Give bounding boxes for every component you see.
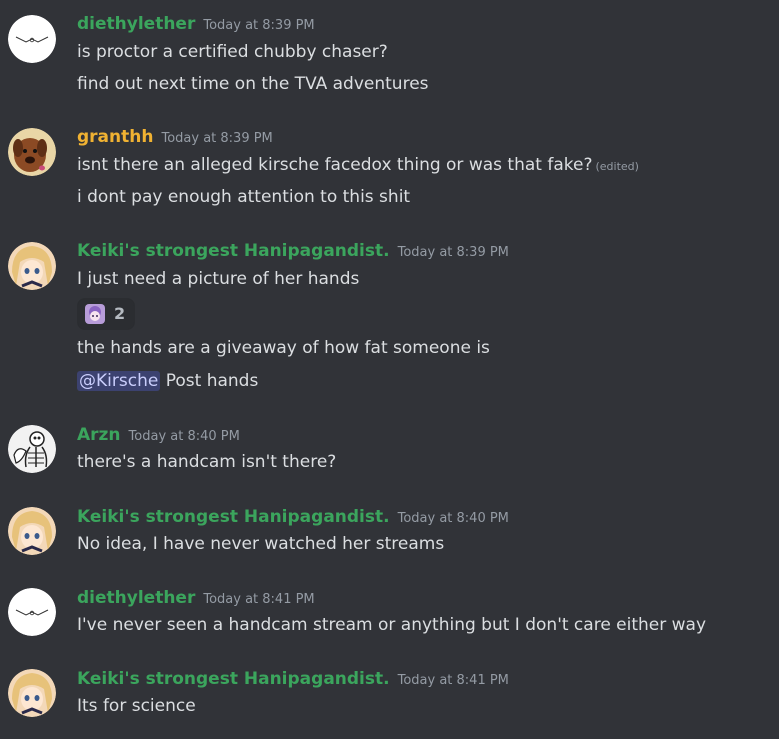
message-text: I just need a picture of her hands [77, 269, 360, 289]
timestamp: Today at 8:41 PM [203, 592, 315, 607]
message-text: No idea, I have never watched her stream… [77, 534, 445, 554]
user-avatar-icon [8, 15, 56, 63]
message-text: the hands are a giveaway of how fat some… [77, 338, 490, 358]
avatar[interactable] [8, 15, 56, 63]
username[interactable]: granthh [77, 127, 153, 147]
edited-label: (edited) [595, 160, 639, 173]
message-header: Keiki's strongest Hanipagandist. Today at… [77, 241, 509, 261]
anime-avatar-icon [8, 242, 56, 290]
anime-avatar-icon [8, 507, 56, 555]
message-text: i dont pay enough attention to this shit [77, 187, 411, 207]
user-mention[interactable]: @Kirsche [77, 371, 161, 391]
username[interactable]: Keiki's strongest Hanipagandist. [77, 241, 390, 261]
avatar[interactable] [8, 669, 56, 717]
avatar[interactable] [8, 128, 56, 176]
reaction-count: 2 [114, 304, 126, 323]
username[interactable]: Keiki's strongest Hanipagandist. [77, 507, 390, 527]
username[interactable]: Keiki's strongest Hanipagandist. [77, 669, 390, 689]
message-header: Keiki's strongest Hanipagandist. Today at… [77, 507, 509, 527]
message-header: Keiki's strongest Hanipagandist. Today at… [77, 669, 509, 689]
avatar[interactable] [8, 507, 56, 555]
message-text: I've never seen a handcam stream or anyt… [77, 615, 707, 635]
timestamp: Today at 8:41 PM [397, 673, 509, 688]
message-text-row: isnt there an alleged kirsche facedox th… [77, 155, 639, 175]
timestamp: Today at 8:39 PM [397, 245, 509, 260]
avatar[interactable] [8, 588, 56, 636]
timestamp: Today at 8:39 PM [161, 131, 273, 146]
avatar[interactable] [8, 425, 56, 473]
username[interactable]: diethylether [77, 14, 195, 34]
username[interactable]: diethylether [77, 588, 195, 608]
message-header: diethylether Today at 8:39 PM [77, 14, 315, 34]
username[interactable]: Arzn [77, 425, 121, 445]
timestamp: Today at 8:40 PM [397, 511, 509, 526]
message-text: isnt there an alleged kirsche facedox th… [77, 155, 593, 175]
message-header: Arzn Today at 8:40 PM [77, 425, 240, 445]
message-header: diethylether Today at 8:41 PM [77, 588, 315, 608]
message-text: find out next time on the TVA adventures [77, 74, 429, 94]
custom-emoji-icon [85, 304, 105, 324]
user-avatar-icon [8, 588, 56, 636]
timestamp: Today at 8:39 PM [203, 18, 315, 33]
timestamp: Today at 8:40 PM [128, 429, 240, 444]
message-header: granthh Today at 8:39 PM [77, 127, 273, 147]
message-text: Post hands [165, 371, 259, 391]
reaction-button[interactable]: 2 [77, 298, 135, 330]
message-text: Its for science [77, 696, 196, 716]
anime-avatar-icon [8, 669, 56, 717]
message-text: is proctor a certified chubby chaser? [77, 42, 388, 62]
dog-avatar-icon [8, 128, 56, 176]
skeleton-avatar-icon [8, 425, 56, 473]
avatar[interactable] [8, 242, 56, 290]
message-text: there's a handcam isn't there? [77, 452, 337, 472]
message-text-row: @Kirsche Post hands [77, 371, 258, 391]
